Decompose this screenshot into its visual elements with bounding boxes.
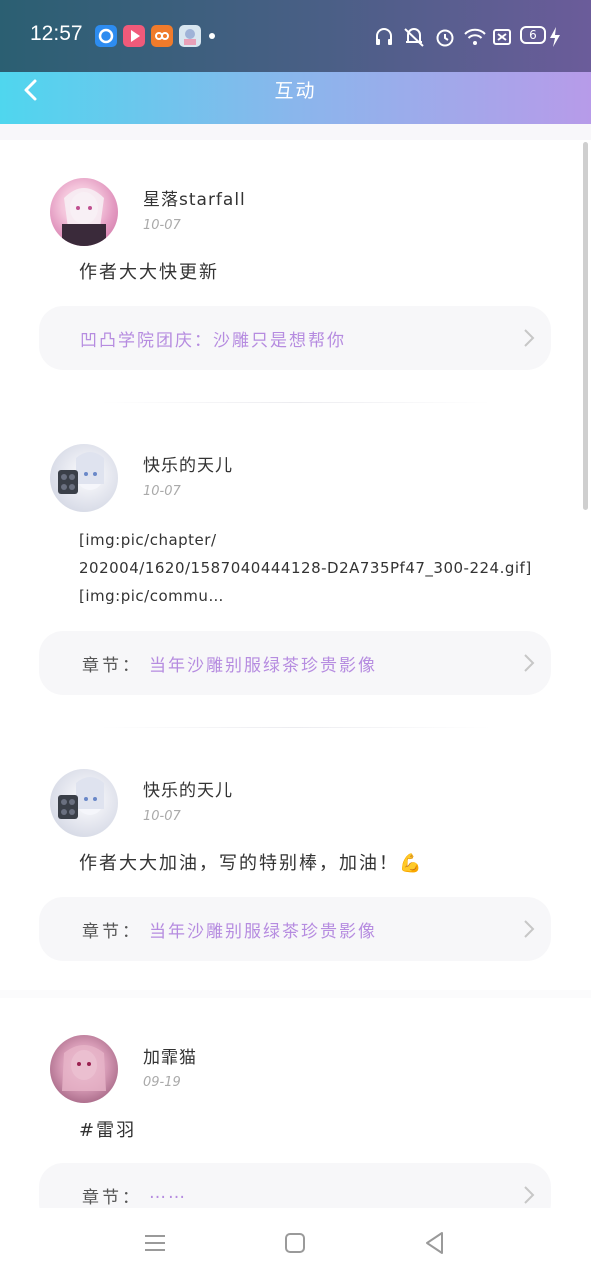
post-date: 10-07	[143, 484, 181, 499]
chapter-link[interactable]: 凹凸学院团庆：沙雕只是想帮你	[39, 306, 551, 370]
avatar[interactable]	[50, 769, 118, 837]
headphones-icon	[376, 28, 392, 45]
notification-dot-icon	[209, 33, 215, 39]
sim-icon	[493, 29, 511, 45]
post-date: 10-07	[143, 809, 181, 824]
system-nav-bar	[0, 1208, 591, 1280]
back-triangle-icon[interactable]	[422, 1230, 448, 1256]
chapter-title: 当年沙雕别服绿茶珍贵影像	[149, 656, 377, 676]
comment-line: [img:pic/commu…	[79, 587, 224, 605]
comment-line: 202004/1620/1587040444128-D2A735Pf47_300…	[79, 559, 532, 577]
home-icon[interactable]	[282, 1230, 308, 1256]
username[interactable]: 加霏猫	[143, 1043, 197, 1068]
scrollbar[interactable]	[583, 142, 588, 510]
status-time: 12:57	[30, 22, 83, 45]
username[interactable]: 快乐的天儿	[143, 451, 233, 476]
chapter-link[interactable]: 章节： 当年沙雕别服绿茶珍贵影像	[39, 631, 551, 695]
chapter-title: 当年沙雕别服绿茶珍贵影像	[149, 922, 377, 942]
chevron-right-icon	[524, 1186, 535, 1204]
chapter-prefix: 章节：	[82, 1188, 142, 1208]
page-title: 互动	[274, 80, 317, 102]
section-gap	[0, 990, 591, 998]
post-date: 09-19	[143, 1075, 181, 1090]
chapter-prefix: 章节：	[82, 656, 142, 676]
app-blue-icon	[95, 25, 117, 47]
app-anime-icon	[179, 25, 201, 47]
app-video-icon	[123, 25, 145, 47]
menu-icon[interactable]	[142, 1230, 168, 1256]
wifi-icon	[464, 28, 486, 45]
divider	[100, 727, 491, 728]
battery-icon: 6	[520, 26, 546, 44]
chapter-title: 凹凸学院团庆：沙雕只是想帮你	[80, 331, 346, 351]
chapter-title: ……	[149, 1183, 187, 1203]
mute-icon	[404, 28, 424, 47]
app-orange-icon	[151, 25, 173, 47]
post-date: 10-07	[143, 218, 181, 233]
comment-text: 作者大大加油，写的特别棒，加油！💪	[79, 853, 424, 874]
comment-text: #雷羽	[79, 1120, 137, 1141]
divider	[100, 402, 491, 403]
username[interactable]: 星落starfall	[143, 185, 246, 210]
chevron-right-icon	[524, 329, 535, 347]
comment-text: 作者大大快更新	[79, 262, 219, 283]
comment-text: [img:pic/chapter/ 202004/1620/1587040444…	[79, 526, 559, 610]
chevron-right-icon	[524, 920, 535, 938]
avatar[interactable]	[50, 444, 118, 512]
avatar[interactable]	[50, 178, 118, 246]
charging-icon	[550, 27, 560, 47]
username[interactable]: 快乐的天儿	[143, 776, 233, 801]
sheet-top-band	[0, 124, 591, 140]
chapter-link[interactable]: 章节： 当年沙雕别服绿茶珍贵影像	[39, 897, 551, 961]
chevron-right-icon	[524, 654, 535, 672]
comment-line: [img:pic/chapter/	[79, 531, 217, 549]
alarm-icon	[436, 29, 454, 47]
chapter-prefix: 章节：	[82, 922, 142, 942]
avatar[interactable]	[50, 1035, 118, 1103]
